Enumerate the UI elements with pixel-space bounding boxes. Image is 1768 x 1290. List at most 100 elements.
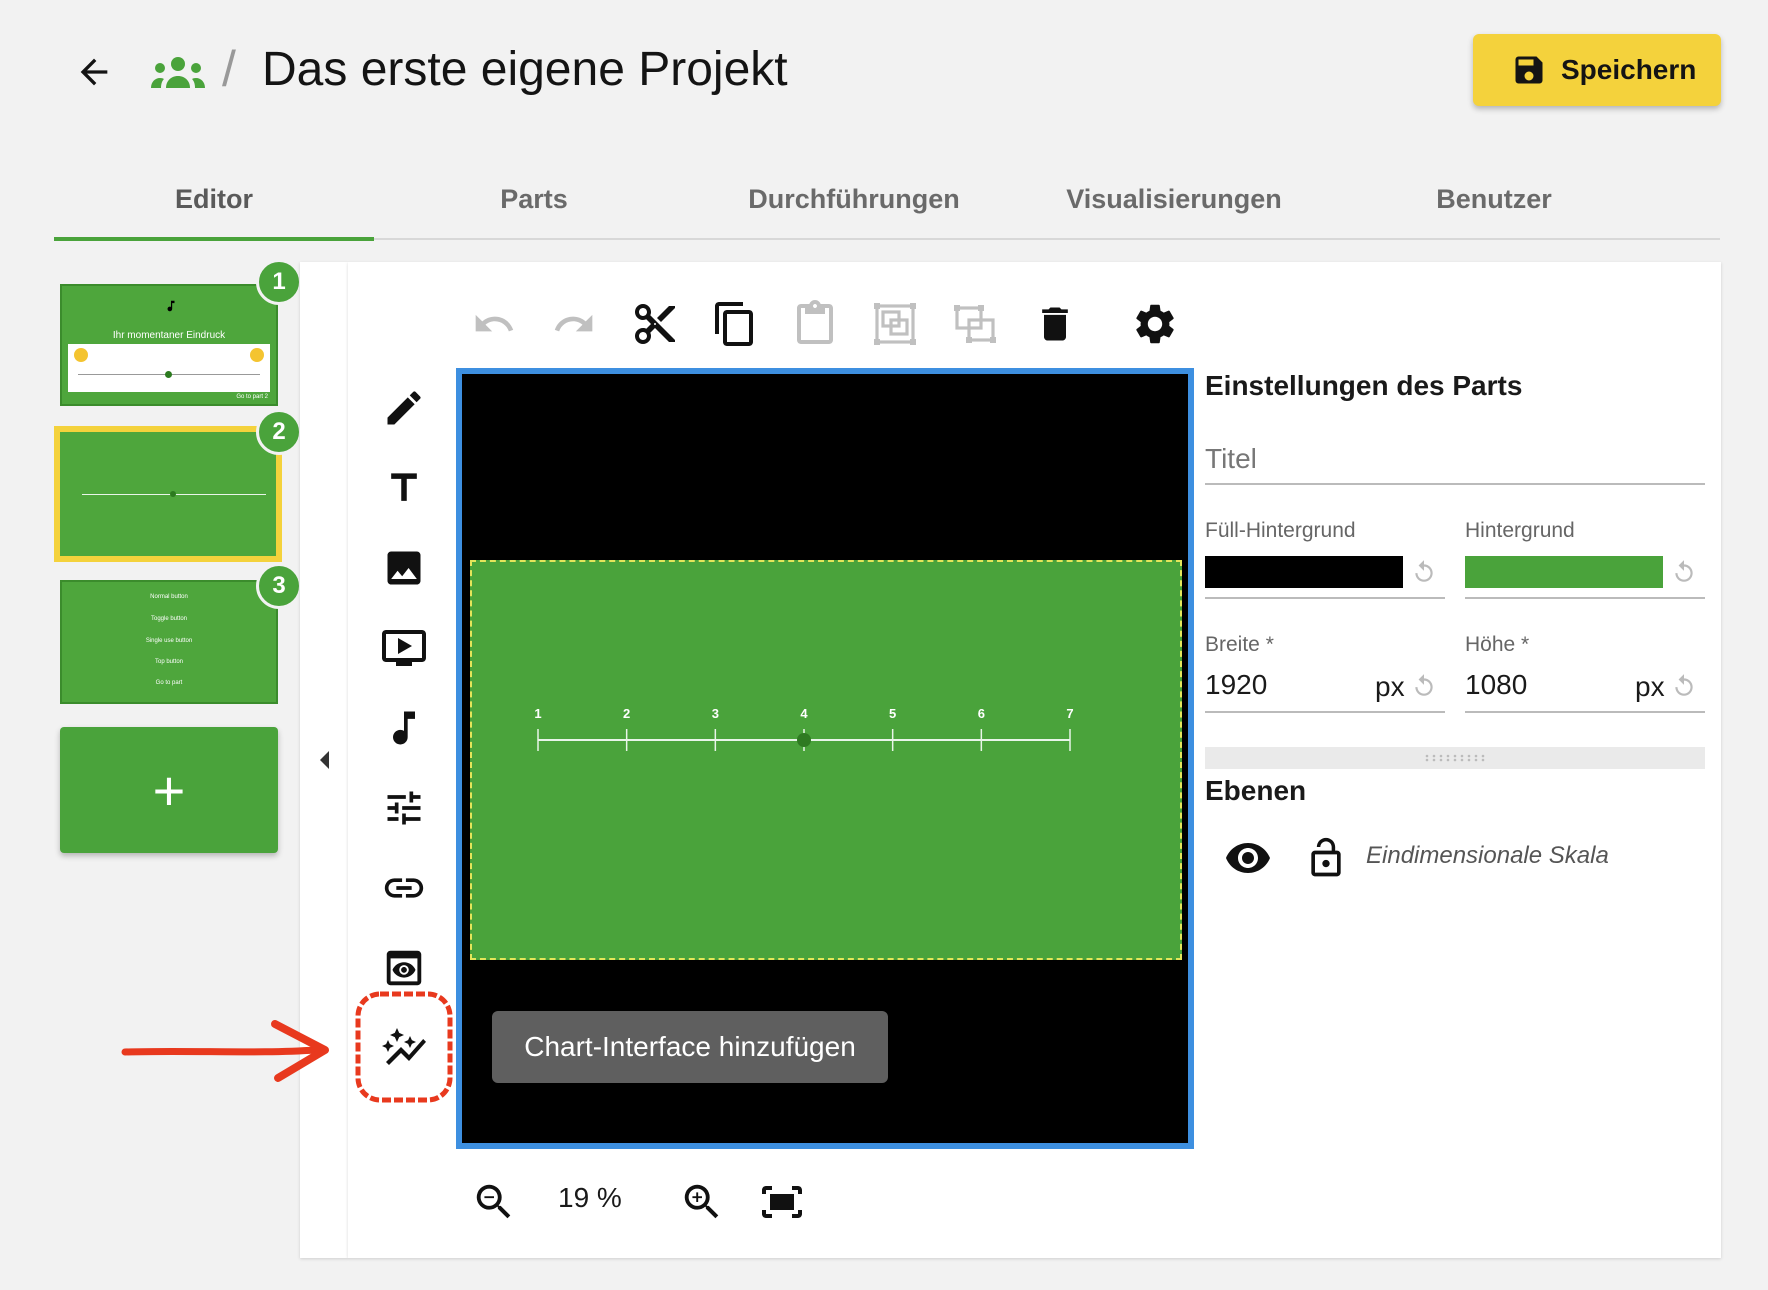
fill-background-label: Füll-Hintergrund [1205, 519, 1356, 542]
fill-background-color-swatch[interactable] [1205, 556, 1403, 588]
scale-marker[interactable] [797, 733, 811, 747]
ungroup-elements-button[interactable] [947, 296, 1003, 352]
layer-name[interactable]: Eindimensionale Skala [1366, 842, 1609, 870]
slide-3-button-label: Toggle button [150, 616, 188, 622]
scale-element[interactable]: 1 2 3 4 5 6 7 [470, 560, 1182, 960]
scale-tick-label: 7 [1066, 706, 1073, 721]
video-tool-button[interactable] [376, 620, 432, 676]
width-underline [1205, 711, 1445, 713]
add-slide-button[interactable]: + [60, 727, 278, 853]
arrow-left-icon [80, 58, 108, 86]
gear-icon [1136, 304, 1174, 344]
group-icon[interactable] [150, 54, 206, 90]
save-button-label: Speichern [1561, 54, 1697, 85]
tab-benutzer[interactable]: Benutzer [1334, 160, 1654, 238]
trash-icon [1042, 307, 1068, 341]
tab-visualisierungen[interactable]: Visualisierungen [1014, 160, 1334, 238]
slide-3-button-label: Go to part [155, 680, 183, 686]
fit-to-screen-button[interactable] [754, 1174, 810, 1230]
tab-editor[interactable]: Editor [54, 160, 374, 241]
floppy-disk-icon [1515, 56, 1543, 84]
one-dimensional-scale[interactable]: 1 2 3 4 5 6 7 [472, 562, 1180, 958]
scale-tick-label: 1 [534, 706, 541, 721]
image-tool-button[interactable] [376, 540, 432, 596]
slide-3-button-label: Normal button [150, 594, 188, 600]
delete-button[interactable] [1027, 296, 1083, 352]
reset-icon [1415, 674, 1433, 696]
slide-number-badge: 1 [256, 259, 302, 305]
preview-icon [386, 950, 422, 986]
reset-icon [1675, 674, 1693, 696]
slide-1-heading: Ihr momentaner Eindruck [112, 330, 226, 341]
layers-title: Ebenen [1205, 775, 1307, 806]
zoom-in-button[interactable] [674, 1174, 730, 1230]
slide-thumbnail-1[interactable]: Ihr momentaner Eindruck Go to part 2 [60, 284, 278, 406]
breadcrumb-separator: / [222, 41, 236, 97]
audio-tool-button[interactable] [376, 700, 432, 756]
tab-durchfuehrungen[interactable]: Durchführungen [694, 160, 1014, 238]
scissors-icon [635, 304, 675, 344]
page-title: Das erste eigene Projekt [262, 43, 788, 96]
zoom-in-icon [684, 1184, 719, 1219]
music-note-icon [167, 300, 175, 312]
back-button[interactable] [70, 48, 118, 96]
layer-lock-toggle[interactable] [1298, 830, 1354, 886]
height-label: Höhe * [1465, 633, 1530, 656]
header: / Das erste eigene Projekt Speichern [0, 0, 1768, 140]
slide-thumbnail-3[interactable]: Normal button Toggle button Single use b… [60, 580, 278, 704]
background-underline [1465, 597, 1705, 599]
width-input[interactable]: 1920 [1205, 669, 1267, 701]
lock-open-icon [1311, 837, 1341, 877]
zoom-out-icon [476, 1184, 511, 1219]
group-elements-button[interactable] [867, 296, 923, 352]
collapse-slide-list-button[interactable] [300, 262, 348, 1258]
reset-background-button[interactable] [1670, 558, 1698, 586]
width-unit: px [1375, 671, 1405, 702]
slide-number-badge: 2 [256, 409, 302, 455]
cut-button[interactable] [627, 296, 683, 352]
panel-splitter[interactable] [1205, 747, 1705, 769]
slide-thumbnail-2[interactable] [54, 426, 282, 562]
red-arrow-annotation [121, 1020, 329, 1082]
slider-tool-button[interactable] [376, 780, 432, 836]
link-tool-button[interactable] [376, 860, 432, 916]
text-icon [391, 473, 417, 501]
slide-number-badge: 3 [256, 563, 302, 609]
reset-icon [1415, 560, 1433, 582]
drag-handle-icon [1425, 754, 1485, 762]
redo-icon [554, 314, 593, 332]
reset-fill-background-button[interactable] [1410, 558, 1438, 586]
settings-button[interactable] [1127, 296, 1183, 352]
slide-2-scale-dot [170, 491, 176, 497]
copy-button[interactable] [707, 296, 763, 352]
draw-tool-button[interactable] [376, 380, 432, 436]
copy-icon [715, 302, 753, 346]
height-input[interactable]: 1080 [1465, 669, 1527, 701]
zoom-out-button[interactable] [466, 1174, 522, 1230]
image-icon [387, 551, 421, 585]
fill-background-underline [1205, 597, 1445, 599]
paste-button[interactable] [787, 296, 843, 352]
zoom-level: 19 % [558, 1182, 622, 1213]
group-objects-icon [874, 303, 916, 345]
background-color-swatch[interactable] [1465, 556, 1663, 588]
undo-button[interactable] [466, 296, 522, 352]
text-tool-button[interactable] [376, 460, 432, 516]
layer-visibility-toggle[interactable] [1220, 830, 1276, 886]
reset-height-button[interactable] [1670, 672, 1698, 700]
background-label: Hintergrund [1465, 519, 1575, 542]
reset-icon [1675, 560, 1693, 582]
reset-width-button[interactable] [1410, 672, 1438, 700]
save-button[interactable]: Speichern [1473, 34, 1721, 106]
redo-button[interactable] [546, 296, 602, 352]
ungroup-objects-icon [954, 305, 996, 343]
tab-bar: Editor Parts Durchführungen Visualisieru… [54, 160, 1720, 241]
scale-tick-label: 4 [800, 706, 808, 721]
width-label: Breite * [1205, 633, 1274, 656]
slide-3-button-label: Top button [154, 659, 184, 665]
slide-1-scale-box [68, 344, 270, 392]
tab-parts[interactable]: Parts [374, 160, 694, 238]
music-note-icon [393, 711, 415, 745]
title-input[interactable]: Titel [1205, 435, 1705, 485]
slide-3-button-label: Single use button [145, 638, 193, 644]
